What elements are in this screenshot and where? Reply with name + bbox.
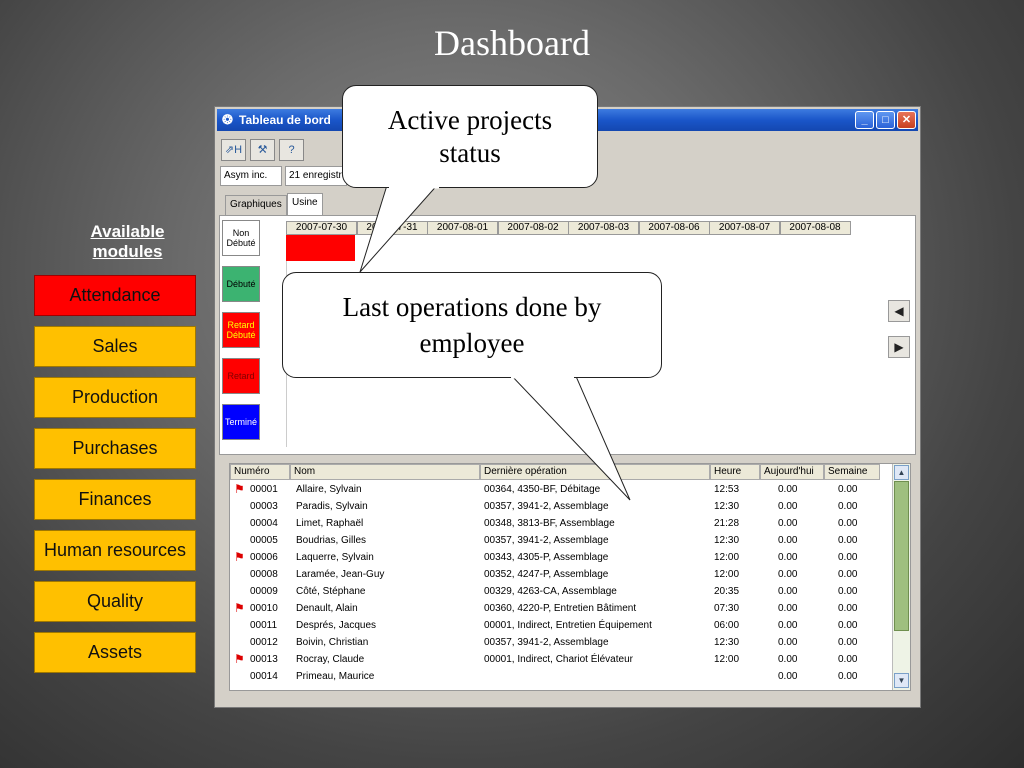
callout-pointer-joins [389,185,574,379]
